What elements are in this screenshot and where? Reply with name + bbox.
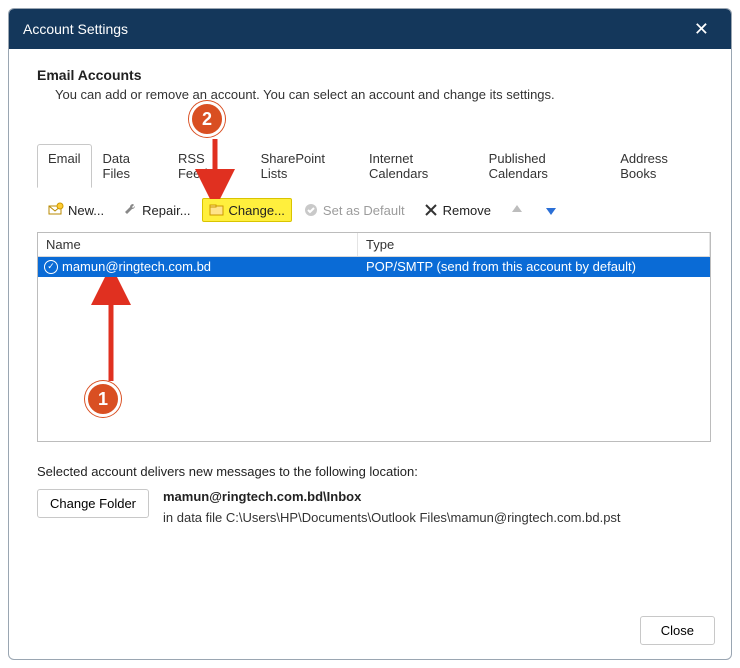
change-folder-button[interactable]: Change Folder: [37, 489, 149, 518]
header-title: Email Accounts: [37, 67, 711, 83]
list-header: Name Type: [38, 233, 710, 257]
delivery-intro: Selected account delivers new messages t…: [37, 464, 711, 479]
tab-email[interactable]: Email: [37, 144, 92, 188]
header-subtitle: You can add or remove an account. You ca…: [55, 87, 711, 102]
tab-rss-feeds[interactable]: RSS Feeds: [167, 144, 250, 188]
delivery-location: mamun@ringtech.com.bd\Inbox: [163, 489, 361, 504]
new-button[interactable]: New...: [41, 198, 111, 222]
delivery-path: mamun@ringtech.com.bd\Inbox in data file…: [163, 489, 621, 525]
tabs-container: Email Data Files RSS Feeds SharePoint Li…: [37, 144, 711, 442]
repair-button[interactable]: Repair...: [115, 198, 197, 222]
titlebar: Account Settings ✕: [9, 9, 731, 49]
tab-sharepoint-lists[interactable]: SharePoint Lists: [250, 144, 358, 188]
column-type[interactable]: Type: [358, 233, 710, 256]
set-default-button: Set as Default: [296, 198, 412, 222]
repair-label: Repair...: [142, 203, 190, 218]
new-mail-icon: [48, 202, 64, 218]
dialog-content: Email Accounts You can add or remove an …: [9, 49, 731, 606]
account-type-cell: POP/SMTP (send from this account by defa…: [358, 258, 710, 276]
new-label: New...: [68, 203, 104, 218]
tab-internet-calendars[interactable]: Internet Calendars: [358, 144, 478, 188]
arrow-down-icon: [543, 202, 559, 218]
list-body: ✓ mamun@ringtech.com.bd POP/SMTP (send f…: [38, 257, 710, 441]
tab-address-books[interactable]: Address Books: [609, 144, 711, 188]
remove-button[interactable]: Remove: [416, 198, 498, 222]
close-icon[interactable]: ✕: [686, 15, 717, 44]
account-name: mamun@ringtech.com.bd: [62, 259, 211, 274]
table-row[interactable]: ✓ mamun@ringtech.com.bd POP/SMTP (send f…: [38, 257, 710, 277]
header-block: Email Accounts You can add or remove an …: [37, 67, 711, 102]
wrench-icon: [122, 202, 138, 218]
move-down-button: [536, 198, 566, 222]
delivery-datafile: in data file C:\Users\HP\Documents\Outlo…: [163, 510, 621, 525]
annotation-badge-2: 2: [189, 101, 225, 137]
account-settings-dialog: Account Settings ✕ Email Accounts You ca…: [8, 8, 732, 660]
change-folder-icon: [209, 202, 225, 218]
checkmark-circle-icon: [303, 202, 319, 218]
dialog-title: Account Settings: [23, 21, 128, 37]
move-up-button: [502, 198, 532, 222]
change-button[interactable]: Change...: [202, 198, 292, 222]
toolbar: New... Repair... Change...: [37, 188, 711, 232]
account-name-cell: ✓ mamun@ringtech.com.bd: [38, 258, 358, 276]
remove-x-icon: [423, 202, 439, 218]
tabs: Email Data Files RSS Feeds SharePoint Li…: [37, 144, 711, 188]
set-default-label: Set as Default: [323, 203, 405, 218]
close-button[interactable]: Close: [640, 616, 715, 645]
remove-label: Remove: [443, 203, 491, 218]
dialog-footer: Close: [9, 606, 731, 659]
default-check-icon: ✓: [44, 260, 58, 274]
arrow-up-icon: [509, 202, 525, 218]
delivery-section: Selected account delivers new messages t…: [37, 464, 711, 525]
change-label: Change...: [229, 203, 285, 218]
column-name[interactable]: Name: [38, 233, 358, 256]
tab-data-files[interactable]: Data Files: [92, 144, 167, 188]
accounts-list: Name Type ✓ mamun@ringtech.com.bd POP/SM…: [37, 232, 711, 442]
tab-published-calendars[interactable]: Published Calendars: [478, 144, 610, 188]
